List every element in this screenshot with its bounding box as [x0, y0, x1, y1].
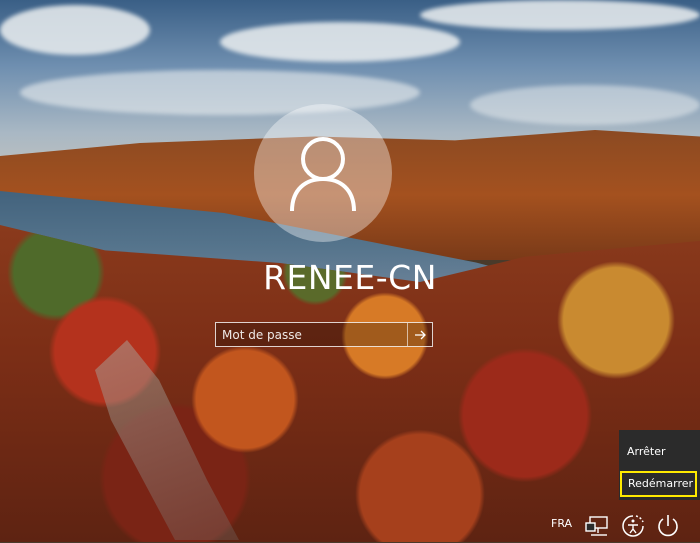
power-menu: Arrêter Redémarrer [619, 430, 700, 500]
cloud [470, 85, 700, 125]
arrow-right-icon [415, 330, 426, 339]
cloud [220, 22, 460, 62]
submit-button[interactable] [407, 323, 432, 346]
power-button[interactable] [655, 513, 681, 539]
language-indicator[interactable]: FRA [551, 517, 572, 530]
ease-of-access-icon [622, 515, 644, 537]
shutdown-menu-item[interactable]: Arrêter [619, 440, 700, 464]
cloud [0, 5, 150, 55]
password-box [215, 322, 433, 347]
ease-of-access-button[interactable] [620, 513, 646, 539]
username: RENEE-CN [263, 258, 437, 297]
password-input[interactable] [216, 323, 407, 346]
network-icon [585, 516, 608, 536]
restart-menu-item[interactable]: Redémarrer [620, 471, 697, 497]
cloud [20, 70, 420, 115]
user-avatar [254, 104, 392, 242]
network-button[interactable] [585, 513, 611, 539]
cloud [420, 0, 700, 30]
user-icon [290, 137, 356, 212]
power-icon [658, 515, 678, 537]
